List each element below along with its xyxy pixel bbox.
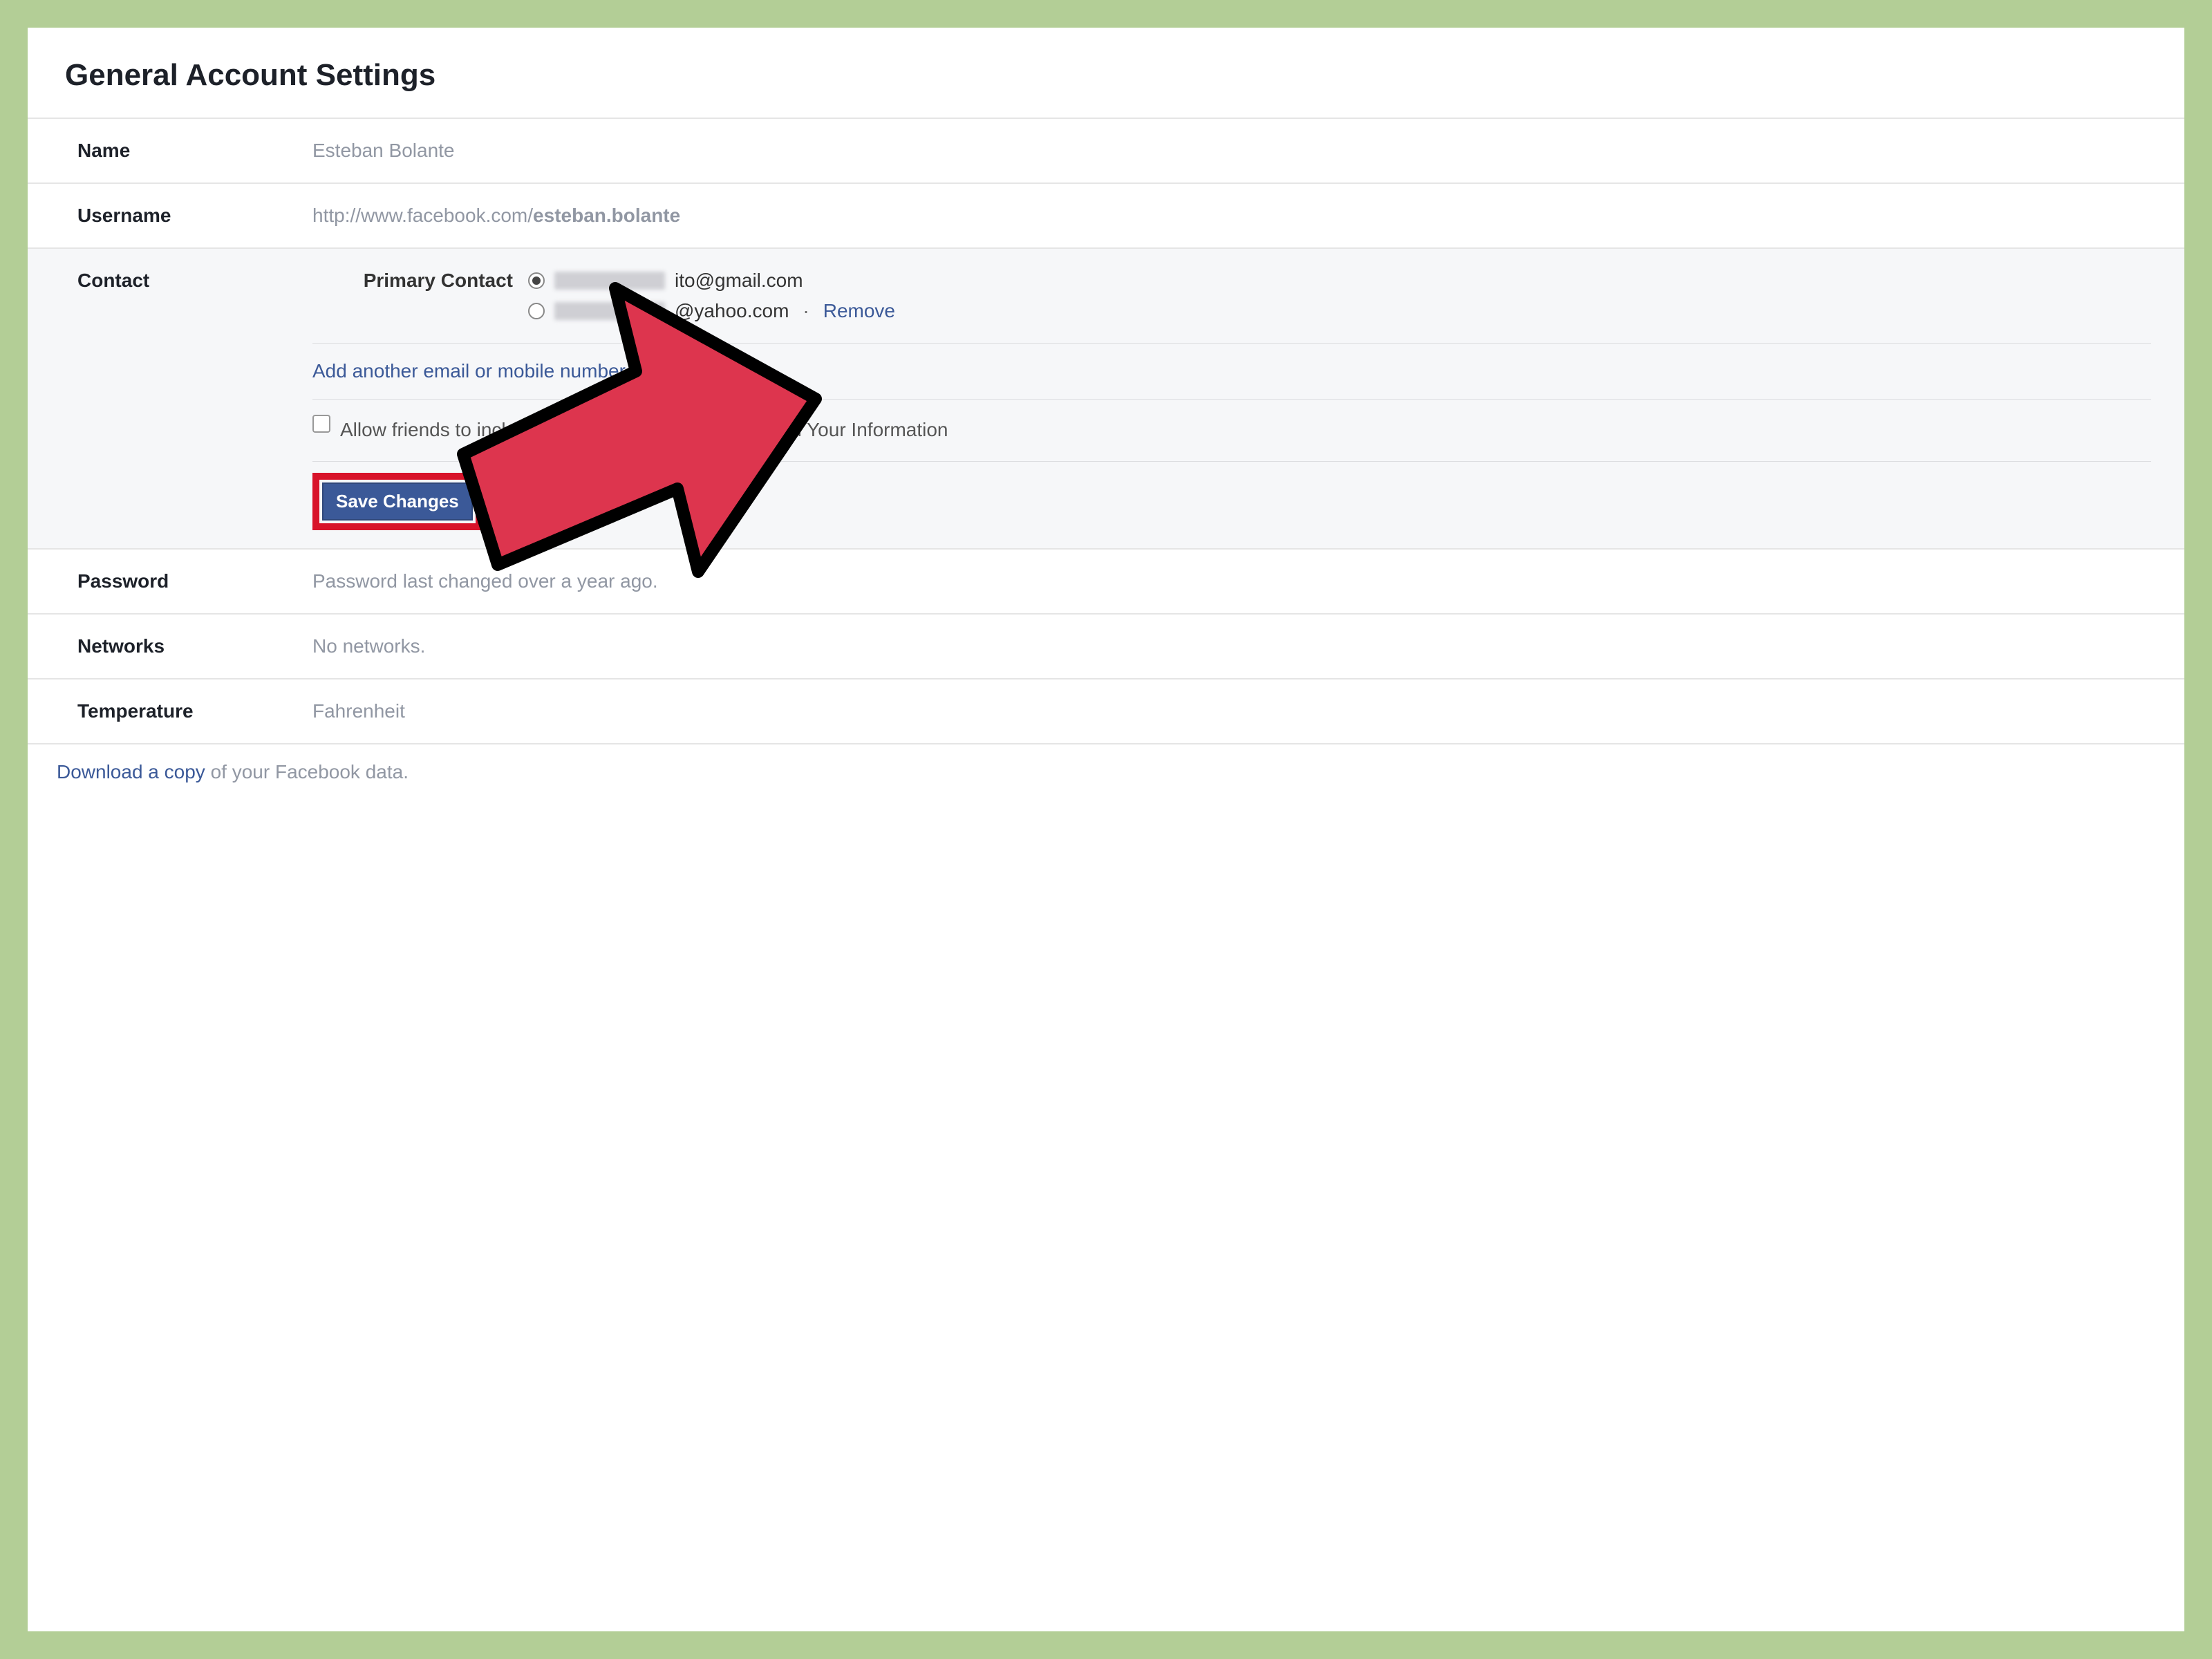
radio-icon[interactable] [528,272,545,289]
row-name[interactable]: Name Esteban Bolante [28,118,2184,182]
separator-dot: · [803,300,809,322]
redacted-text [554,272,665,290]
username-url-user: esteban.bolante [533,205,680,226]
primary-contact-label: Primary Contact [312,270,513,292]
redacted-text [554,302,665,320]
settings-panel: General Account Settings Name Esteban Bo… [28,28,2184,1631]
page-title: General Account Settings [28,28,2184,118]
row-networks-label: Networks [77,635,312,657]
row-contact-label: Contact [77,270,312,548]
allow-friends-text: Allow friends to include my ema nload Yo… [340,416,948,444]
row-networks-value: No networks. [312,635,425,657]
row-password-value: Password last changed over a year ago. [312,570,658,592]
save-changes-button[interactable]: Save Changes [322,482,473,521]
add-contact-section: Add another email or mobile number [312,343,2151,399]
download-copy-rest: of your Facebook data. [205,761,409,782]
row-temperature-label: Temperature [77,700,312,722]
checkbox-icon[interactable] [312,415,330,433]
save-section: Save Changes [312,461,2151,548]
email-list: ito@gmail.com @yahoo.com · Remove [528,270,895,322]
row-password-label: Password [77,570,312,592]
username-url-prefix: http://www.facebook.com/ [312,205,533,226]
row-name-label: Name [77,140,312,162]
contact-body: Primary Contact ito@gmail.com @yahoo.com… [312,270,2184,548]
primary-contact-block: Primary Contact ito@gmail.com @yahoo.com… [312,270,2151,343]
row-username[interactable]: Username http://www.facebook.com/esteban… [28,182,2184,247]
row-username-label: Username [77,205,312,227]
email-item-0[interactable]: ito@gmail.com [528,270,895,292]
row-password[interactable]: Password Password last changed over a ye… [28,548,2184,613]
download-data-row: Download a copy of your Facebook data. [28,743,2184,783]
add-email-link[interactable]: Add another email or mobile number [312,360,626,382]
row-contact: Contact Primary Contact ito@gmail.com @y… [28,247,2184,548]
download-copy-link[interactable]: Download a copy [57,761,205,782]
row-networks[interactable]: Networks No networks. [28,613,2184,678]
radio-icon[interactable] [528,303,545,319]
row-temperature[interactable]: Temperature Fahrenheit [28,678,2184,743]
highlight-box: Save Changes [312,473,482,530]
remove-email-link[interactable]: Remove [823,300,895,322]
email-suffix: @yahoo.com [675,300,789,322]
allow-friends-section: Allow friends to include my ema nload Yo… [312,399,2151,461]
row-username-value: http://www.facebook.com/esteban.bolante [312,205,680,227]
email-suffix: ito@gmail.com [675,270,803,292]
row-temperature-value: Fahrenheit [312,700,405,722]
email-item-1[interactable]: @yahoo.com · Remove [528,300,895,322]
row-name-value: Esteban Bolante [312,140,455,162]
